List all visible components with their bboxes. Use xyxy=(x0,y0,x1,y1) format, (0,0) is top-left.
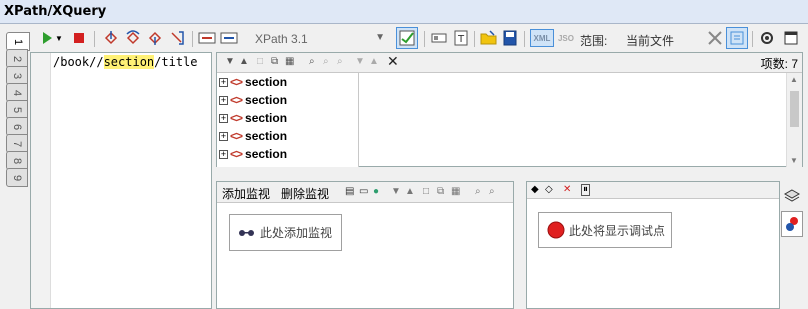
element-tag-icon: <> xyxy=(230,129,243,143)
text-mode-icon[interactable]: T xyxy=(452,29,470,47)
close-icon[interactable]: ✕ xyxy=(387,53,399,70)
settings-panel-icon[interactable] xyxy=(726,27,748,49)
svg-text:T: T xyxy=(457,34,465,45)
step-out-icon[interactable] xyxy=(146,29,164,47)
globe-icon[interactable]: ● xyxy=(373,186,379,197)
main-toolbar: ▼ XPath 3.1 ▼ T XML JSO 范围: 当前文件 xyxy=(28,26,808,52)
gear-icon[interactable] xyxy=(758,29,776,47)
results-scrollbar[interactable]: ▲ ▼ xyxy=(786,73,802,167)
side-panel xyxy=(781,181,805,309)
collapse-icon[interactable]: □ xyxy=(257,56,263,67)
xml-mode-button[interactable]: XML xyxy=(530,29,554,47)
glasses-icon xyxy=(239,229,254,236)
open-folder-icon[interactable] xyxy=(480,29,498,47)
breakpoint-icon xyxy=(547,221,565,239)
expand-icon[interactable]: + xyxy=(219,95,228,105)
list-item[interactable]: + <> section xyxy=(217,145,358,163)
results-panel: ▼ ▲ □ ⧉ ▦ ⌕ ⌕ ⌕ ▼ ▲ ✕ 项数: 7 + <> section +… xyxy=(216,52,803,167)
table-view-icon[interactable]: ▭ xyxy=(359,186,368,197)
editor-gutter xyxy=(31,53,51,308)
element-tag-icon: <> xyxy=(230,75,243,89)
xpath-version-select[interactable]: XPath 3.1 ▼ xyxy=(248,29,390,49)
expression-tabs: 1 2 3 4 5 6 7 8 9 xyxy=(6,32,30,187)
tab-9[interactable]: 9 xyxy=(6,168,28,187)
copy-icon[interactable]: ⧉ xyxy=(271,56,278,67)
eraser-icon[interactable]: ◇ xyxy=(545,184,553,195)
results-toolbar: ▼ ▲ □ ⧉ ▦ ⌕ ⌕ ⌕ ▼ ▲ ✕ 项数: 7 xyxy=(217,53,802,73)
scroll-up-icon[interactable]: ▲ xyxy=(790,75,798,84)
find-next-icon[interactable]: ⌕ xyxy=(489,186,495,197)
results-list: + <> section + <> section + <> section + <> sect… xyxy=(217,73,359,167)
validate-icon[interactable] xyxy=(396,27,418,49)
add-watch-hint[interactable]: 此处添加监视 xyxy=(229,214,342,251)
breakpoint-edit-icon[interactable] xyxy=(220,29,238,47)
find-next-icon[interactable]: ⌕ xyxy=(323,56,329,67)
list-item[interactable]: + <> section xyxy=(217,73,358,91)
element-tag-icon: <> xyxy=(230,147,243,161)
list-view-icon[interactable]: ▤ xyxy=(345,186,354,197)
chevron-down-icon: ▼ xyxy=(375,32,385,43)
xpath-version-value: XPath 3.1 xyxy=(255,32,308,46)
window-icon[interactable] xyxy=(782,29,800,47)
grid-icon[interactable]: ▦ xyxy=(451,186,460,197)
list-item[interactable]: + <> section xyxy=(217,91,358,109)
save-results-icon[interactable] xyxy=(502,29,520,47)
scope-value[interactable]: 当前文件 xyxy=(626,32,674,49)
expand-icon[interactable]: + xyxy=(219,77,228,87)
watch-panel: 添加监视 删除监视 ▤ ▭ ● ▼ ▲ □ ⧉ ▦ ⌕ ⌕ 此处添加监视 xyxy=(216,181,514,309)
breakpoints-toolbar: ◆ ◇ ✕ ⏸ xyxy=(527,182,779,199)
breakpoints-hint[interactable]: 此处将显示调试点 xyxy=(538,212,672,248)
list-item[interactable]: + <> section xyxy=(217,127,358,145)
element-tag-icon: <> xyxy=(230,111,243,125)
breakpoint-toggle-icon[interactable] xyxy=(198,29,216,47)
breakpoints-tab-icon[interactable] xyxy=(781,211,803,237)
expression-editor[interactable]: /book//section/title xyxy=(30,52,212,309)
tag-icon[interactable]: ◆ xyxy=(531,184,539,195)
move-up-icon[interactable]: ▲ xyxy=(369,56,379,67)
pause-icon[interactable]: ⏸ xyxy=(581,184,590,196)
move-down-icon[interactable]: ▼ xyxy=(391,186,401,197)
json-mode-button[interactable]: JSO xyxy=(556,29,576,47)
copy-icon[interactable]: ⧉ xyxy=(437,186,444,197)
layers-icon[interactable] xyxy=(781,183,803,209)
grid-icon[interactable]: ▦ xyxy=(285,56,294,67)
breakpoints-panel: ◆ ◇ ✕ ⏸ 此处将显示调试点 xyxy=(526,181,780,309)
watch-toolbar: 添加监视 删除监视 ▤ ▭ ● ▼ ▲ □ ⧉ ▦ ⌕ ⌕ xyxy=(217,182,513,203)
step-into-icon[interactable] xyxy=(102,29,120,47)
run-options-dropdown-icon[interactable]: ▼ xyxy=(54,29,64,47)
list-item[interactable]: + <> section xyxy=(217,109,358,127)
move-down-icon[interactable]: ▼ xyxy=(355,56,365,67)
stop-icon[interactable] xyxy=(70,29,88,47)
layout-icon[interactable] xyxy=(430,29,448,47)
add-watch-button[interactable]: 添加监视 xyxy=(222,185,270,202)
run-to-cursor-icon[interactable] xyxy=(168,29,186,47)
tools-icon[interactable] xyxy=(706,29,724,47)
move-up-icon[interactable]: ▲ xyxy=(405,186,415,197)
search-icon[interactable]: ⌕ xyxy=(475,186,481,197)
collapse-icon[interactable]: □ xyxy=(423,186,429,197)
delete-watch-button[interactable]: 删除监视 xyxy=(281,185,329,202)
expression-highlight: section xyxy=(103,55,155,69)
scope-label: 范围: xyxy=(580,34,608,48)
scroll-thumb[interactable] xyxy=(790,91,799,127)
expand-icon[interactable]: + xyxy=(219,131,228,141)
search-icon[interactable]: ⌕ xyxy=(309,56,315,67)
remove-breakpoints-icon[interactable]: ✕ xyxy=(563,184,571,195)
expand-icon[interactable]: + xyxy=(219,113,228,123)
element-tag-icon: <> xyxy=(230,93,243,107)
expression-text[interactable]: /book//section/title xyxy=(53,55,198,69)
step-over-icon[interactable] xyxy=(124,29,142,47)
result-count: 项数: 7 xyxy=(760,57,798,71)
title-bar: XPath/XQuery xyxy=(0,0,808,24)
expand-icon[interactable]: + xyxy=(219,149,228,159)
find-prev-icon[interactable]: ⌕ xyxy=(337,56,343,67)
sort-up-icon[interactable]: ▲ xyxy=(239,56,249,67)
sort-down-icon[interactable]: ▼ xyxy=(225,56,235,67)
scroll-down-icon[interactable]: ▼ xyxy=(790,156,798,165)
window-title: XPath/XQuery xyxy=(4,4,107,19)
